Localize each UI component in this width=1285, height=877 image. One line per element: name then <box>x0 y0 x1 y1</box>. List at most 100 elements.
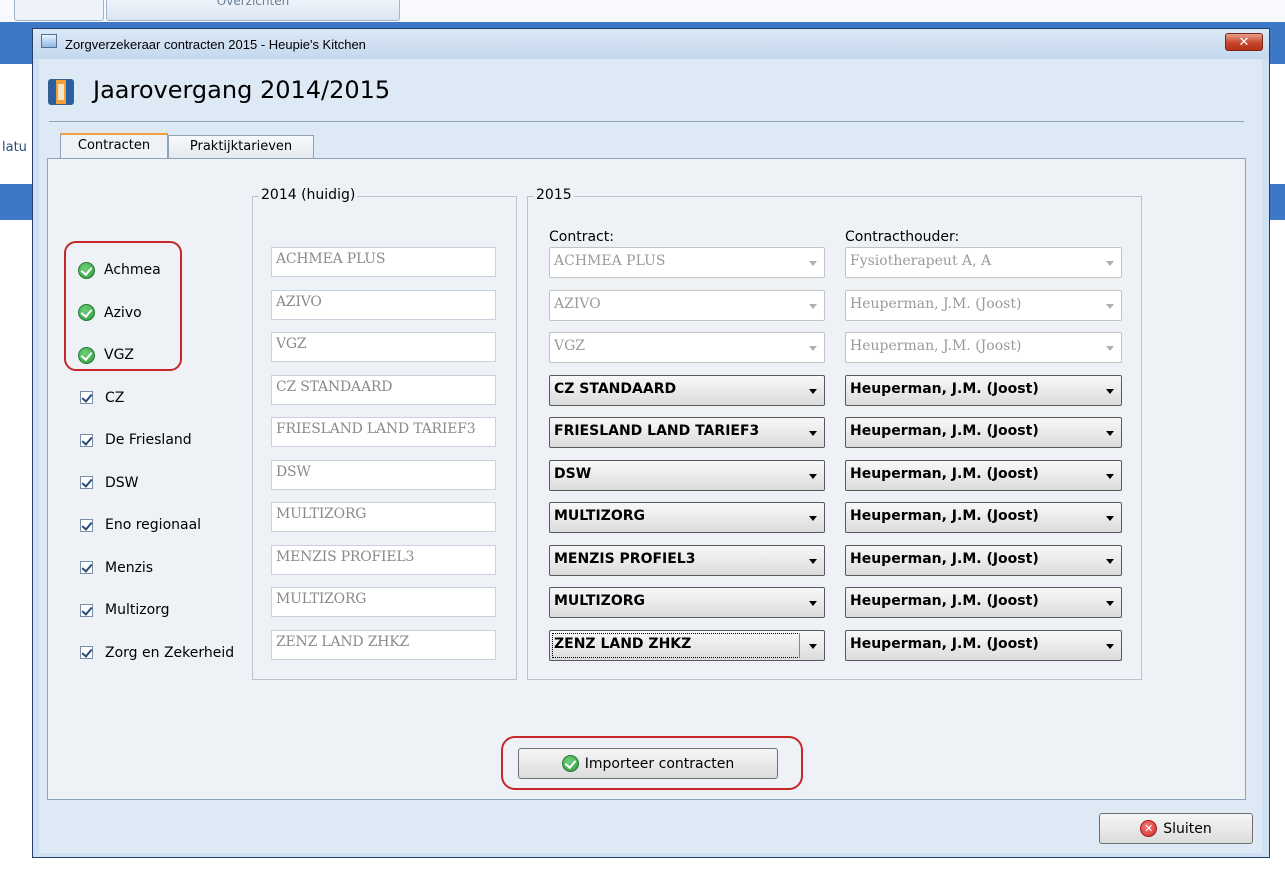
contract-select[interactable]: MENZIS PROFIEL3 <box>549 544 825 576</box>
cancel-icon: ✕ <box>1140 820 1158 837</box>
contract-select[interactable]: ZENZ LAND ZHKZ <box>549 629 825 661</box>
window-close-button[interactable]: ✕ <box>1225 33 1263 51</box>
background-tab-left <box>14 0 104 21</box>
current-contract-field: ACHMEA PLUS <box>271 247 496 277</box>
insurer-row[interactable]: Multizorg <box>78 599 170 621</box>
contract-select[interactable]: DSW <box>549 459 825 491</box>
contract-select-value: CZ STANDAARD <box>554 380 677 397</box>
holder-select-value: Heuperman, J.M. (Joost) <box>850 593 1039 609</box>
chevron-down-icon <box>809 473 817 479</box>
contract-select-value: MENZIS PROFIEL3 <box>554 550 696 567</box>
insurer-label: Eno regionaal <box>105 517 202 533</box>
chevron-down-icon <box>809 431 817 436</box>
contract-select: ACHMEA PLUS <box>549 247 825 278</box>
contract-select: VGZ <box>549 332 825 363</box>
chevron-down-icon <box>1106 601 1114 606</box>
tab-contracten[interactable]: Contracten <box>60 133 168 159</box>
holder-select-value: Heuperman, J.M. (Joost) <box>850 380 1039 397</box>
insurer-row[interactable]: Zorg en Zekerheid <box>78 642 234 664</box>
insurer-checkbox[interactable] <box>80 603 93 617</box>
contract-select[interactable]: FRIESLAND LAND TARIEF3 <box>549 417 825 448</box>
chevron-down-icon <box>809 601 817 606</box>
chevron-down-icon <box>1106 431 1114 436</box>
contract-select-value: MULTIZORG <box>554 508 645 524</box>
dialog-titlebar: Zorgverzekeraar contracten 2015 - Heupie… <box>33 29 1269 59</box>
contract-select-value: VGZ <box>554 338 586 354</box>
background-side-text: latu <box>2 140 27 155</box>
header-divider <box>49 121 1244 122</box>
holder-select: Fysiotherapeut A, A <box>845 247 1122 278</box>
current-contract-field: FRIESLAND LAND TARIEF3 <box>271 417 496 447</box>
holder-select-value: Heuperman, J.M. (Joost) <box>850 550 1039 567</box>
insurer-row[interactable]: Eno regionaal <box>78 514 201 536</box>
insurer-label: De Friesland <box>105 432 192 448</box>
insurer-label: DSW <box>105 474 139 491</box>
close-button[interactable]: ✕ Sluiten <box>1099 813 1253 844</box>
holder-select-value: Heuperman, J.M. (Joost) <box>850 508 1039 524</box>
import-contracts-label: Importeer contracten <box>584 755 735 772</box>
insurer-checkbox[interactable] <box>80 561 93 574</box>
contract-select-value: ACHMEA PLUS <box>554 253 666 269</box>
insurer-checkbox[interactable] <box>80 391 93 404</box>
holder-select[interactable]: Heuperman, J.M. (Joost) <box>845 629 1122 661</box>
insurer-row[interactable]: Menzis <box>78 557 153 579</box>
check-icon <box>561 755 579 772</box>
holder-select-value: Heuperman, J.M. (Joost) <box>850 465 1039 482</box>
current-contract-field: AZIVO <box>271 289 496 320</box>
holder-select[interactable]: Heuperman, J.M. (Joost) <box>845 502 1122 533</box>
contract-select-value: FRIESLAND LAND TARIEF3 <box>554 423 760 439</box>
holder-column-header: Contracthouder: <box>845 229 960 245</box>
chevron-down-icon <box>809 558 817 564</box>
holder-select: Heuperman, J.M. (Joost) <box>845 289 1122 321</box>
current-contract-field: VGZ <box>271 332 496 362</box>
insurer-checkbox[interactable] <box>80 433 93 447</box>
chevron-down-icon <box>1106 261 1114 266</box>
current-contract-field: MULTIZORG <box>271 587 496 617</box>
group-2014-label: 2014 (huidig) <box>259 187 358 203</box>
window-icon <box>41 34 57 48</box>
chevron-down-icon <box>809 303 817 309</box>
holder-select[interactable]: Heuperman, J.M. (Joost) <box>845 417 1122 448</box>
contract-select[interactable]: CZ STANDAARD <box>549 374 825 406</box>
contract-select-value: DSW <box>554 465 592 482</box>
imported-highlight <box>64 241 182 371</box>
insurer-label: CZ <box>105 389 125 406</box>
chevron-down-icon <box>1106 388 1114 394</box>
holder-select[interactable]: Heuperman, J.M. (Joost) <box>845 374 1122 406</box>
window-title: Zorgverzekeraar contracten 2015 - Heupie… <box>65 37 366 52</box>
insurer-row[interactable]: CZ <box>78 387 124 409</box>
insurer-checkbox[interactable] <box>80 646 93 659</box>
contract-select: AZIVO <box>549 289 825 321</box>
current-contract-field: CZ STANDAARD <box>271 374 496 405</box>
chevron-down-icon <box>809 388 817 394</box>
holder-select: Heuperman, J.M. (Joost) <box>845 332 1122 363</box>
background-tab-label: Overzichten <box>216 0 290 8</box>
chevron-down-icon <box>809 346 817 351</box>
current-contract-field: DSW <box>271 459 496 490</box>
insurer-row[interactable]: DSW <box>78 472 139 494</box>
holder-select[interactable]: Heuperman, J.M. (Joost) <box>845 459 1122 491</box>
current-contract-field: MENZIS PROFIEL3 <box>271 544 496 575</box>
contract-select[interactable]: MULTIZORG <box>549 502 825 533</box>
insurer-row[interactable]: De Friesland <box>78 429 192 451</box>
import-contracts-button[interactable]: Importeer contracten <box>518 748 778 779</box>
insurer-label: Multizorg <box>105 602 170 618</box>
insurer-checkbox[interactable] <box>80 476 93 489</box>
background-tab-overzichten: Overzichten <box>106 0 400 21</box>
insurer-label: Zorg en Zekerheid <box>105 644 235 661</box>
dropdown-separator <box>799 632 800 658</box>
chevron-down-icon <box>809 516 817 521</box>
chevron-down-icon <box>1106 346 1114 351</box>
current-contract-field: ZENZ LAND ZHKZ <box>271 629 496 660</box>
chevron-down-icon <box>1106 516 1114 521</box>
contract-select[interactable]: MULTIZORG <box>549 587 825 618</box>
insurer-checkbox[interactable] <box>80 518 93 532</box>
tab-praktijktarieven[interactable]: Praktijktarieven <box>168 135 314 159</box>
holder-select[interactable]: Heuperman, J.M. (Joost) <box>845 544 1122 576</box>
group-2015-label: 2015 <box>534 187 574 203</box>
chevron-down-icon <box>1106 473 1114 479</box>
current-contract-field: MULTIZORG <box>271 502 496 532</box>
holder-select-value: Heuperman, J.M. (Joost) <box>850 338 1022 354</box>
chevron-down-icon <box>1106 558 1114 564</box>
holder-select[interactable]: Heuperman, J.M. (Joost) <box>845 587 1122 618</box>
